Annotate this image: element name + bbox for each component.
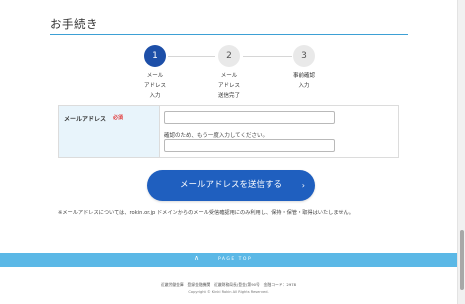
page-top-link[interactable]: ∧ PAGE TOP [0, 253, 457, 267]
chevron-up-icon: ∧ [194, 254, 200, 262]
step-3: 3 事前確認 入力 [274, 45, 334, 91]
page-top-label: PAGE TOP [218, 257, 253, 262]
email-field[interactable] [164, 111, 335, 124]
chevron-right-icon: › [301, 181, 305, 190]
copyright: Copyright © Kinki Rokin All Rights Reser… [188, 290, 269, 294]
scrollbar[interactable] [457, 0, 465, 304]
step-number: 2 [218, 45, 240, 67]
step-2: 2 メール アドレス 送信完了 [199, 45, 259, 101]
step-label: 事前確認 入力 [292, 73, 315, 89]
page-title: お手続き [50, 17, 98, 31]
privacy-notice: ※メールアドレスについては、rokin.or.jp ドメインからのメール受信確認… [58, 210, 354, 216]
scrollbar-thumb[interactable] [460, 230, 464, 290]
required-badge: 必須 [113, 115, 124, 121]
step-label: メール アドレス 入力 [143, 73, 166, 99]
email-field-label: メールアドレス [64, 116, 107, 123]
title-divider [50, 34, 408, 35]
footer-info: 近畿労働金庫 登録金融機関 近畿財務局長(登金)第90号 金融コード：2978 [160, 282, 297, 287]
submit-email-button[interactable]: メールアドレスを送信する › [147, 170, 315, 201]
step-label: メール アドレス 送信完了 [217, 73, 240, 99]
confirm-hint: 確認のため、もう一度入力してください。 [164, 133, 269, 139]
form-label-cell: メールアドレス 必須 [59, 106, 160, 157]
email-confirm-field[interactable] [164, 139, 335, 152]
submit-label: メールアドレスを送信する [179, 180, 282, 190]
step-number: 1 [144, 45, 166, 67]
page: お手続き 1 メール アドレス 入力 2 メール アドレス 送信完了 3 事前確… [0, 0, 457, 304]
step-number: 3 [293, 45, 315, 67]
step-1: 1 メール アドレス 入力 [125, 45, 185, 101]
